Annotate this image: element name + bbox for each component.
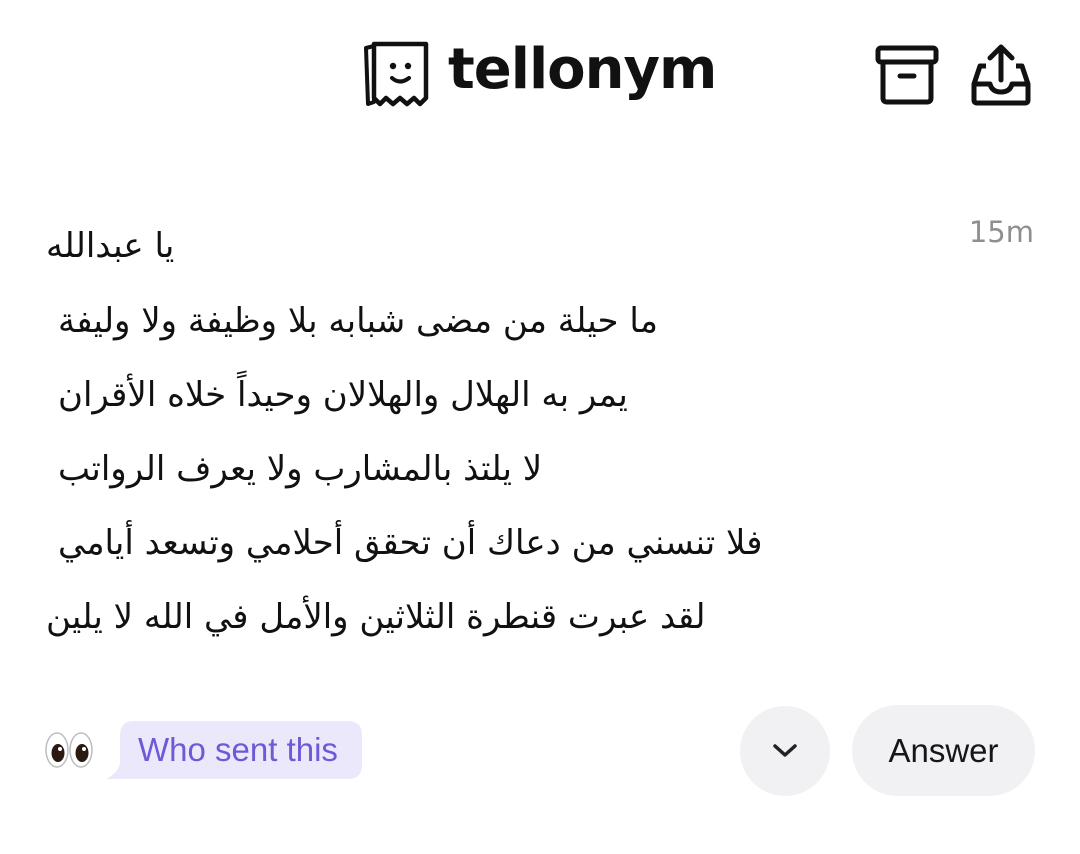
app-header: tellonym <box>0 0 1080 150</box>
message-line: لا يلتذ بالمشارب ولا يعرف الرواتب <box>58 449 543 489</box>
answer-button[interactable]: Answer <box>852 705 1035 796</box>
message-line: ما حيلة من مضى شبابه بلا وظيفة ولا وليفة <box>58 301 658 341</box>
brand-logo[interactable]: tellonym <box>360 37 717 110</box>
tellonym-logo-icon <box>364 41 429 107</box>
chevron-down-icon <box>773 744 797 757</box>
share-tray-icon <box>971 44 1031 106</box>
eyes-emoji-icon <box>45 732 93 768</box>
archive-box-icon <box>875 45 939 105</box>
tell-message: يا عبدالله ما حيلة من مضى شبابه بلا وظيف… <box>46 208 846 654</box>
message-line: لقد عبرت قنطرة الثلاثين والأمل في الله ل… <box>46 597 706 637</box>
brand-name: tellonym <box>448 37 717 102</box>
message-line: يا عبدالله <box>46 226 175 266</box>
expand-button[interactable] <box>740 706 830 796</box>
answer-label: Answer <box>888 731 999 769</box>
message-line: يمر به الهلال والهلالان وحيداً خلاه الأق… <box>58 375 628 415</box>
who-sent-this-label: Who sent this <box>138 731 338 768</box>
archive-button[interactable] <box>874 42 940 108</box>
message-line: فلا تنسني من دعاك أن تحقق أحلامي وتسعد أ… <box>58 523 763 563</box>
share-button[interactable] <box>968 42 1034 108</box>
who-sent-this-button[interactable]: Who sent this <box>104 721 362 779</box>
tell-timestamp: 15m <box>968 215 1034 249</box>
